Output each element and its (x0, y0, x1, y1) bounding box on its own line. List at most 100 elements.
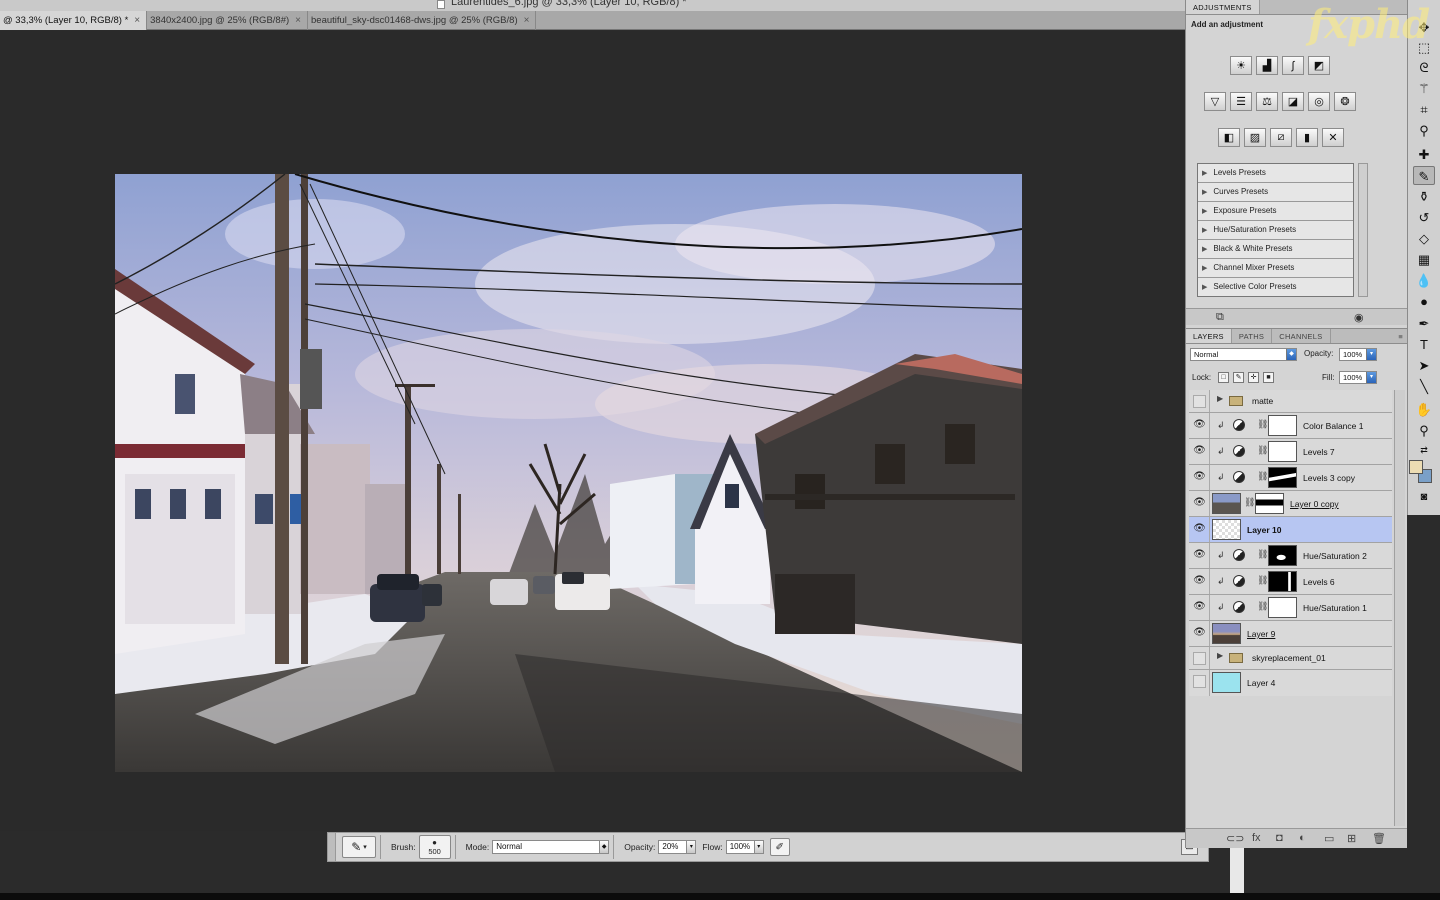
tab-paths[interactable]: PATHS (1232, 329, 1273, 343)
panel-menu-icon[interactable]: ≡ (1394, 329, 1407, 343)
foreground-color-swatch[interactable] (1409, 460, 1423, 474)
document-tab-active[interactable]: @ 33,3% (Layer 10, RGB/8) * × (0, 11, 148, 30)
curves-icon[interactable]: ∫ (1282, 56, 1304, 75)
lock-position-icon[interactable]: ✛ (1248, 372, 1259, 383)
disclosure-triangle-icon[interactable]: ▶ (1217, 394, 1223, 403)
disclosure-triangle-icon[interactable]: ▶ (1217, 651, 1223, 660)
eyedropper-tool-icon[interactable]: ⚲ (1413, 121, 1435, 140)
layer-opacity-field[interactable]: 100% ▾ (1339, 348, 1377, 361)
layer-row[interactable]: Layer 4 (1189, 670, 1392, 696)
blend-mode-select[interactable]: Normal ◆ (1190, 348, 1297, 361)
dodge-tool-icon[interactable]: ● (1413, 292, 1435, 311)
brush-picker[interactable]: ● 500 (418, 835, 451, 859)
tab-channels[interactable]: CHANNELS (1272, 329, 1331, 343)
brush-tool-icon[interactable]: ✎ (1413, 166, 1435, 185)
canvas-area[interactable] (0, 31, 1185, 831)
link-layers-icon[interactable]: ⊂⊃ (1226, 832, 1244, 845)
threshold-icon[interactable]: ⧄ (1270, 128, 1292, 147)
eraser-tool-icon[interactable]: ◇ (1413, 229, 1435, 248)
photo-filter-icon[interactable]: ◎ (1308, 92, 1330, 111)
eye-icon[interactable]: 👁 (1193, 548, 1206, 561)
fill-field[interactable]: 100% ▾ (1339, 371, 1377, 384)
layer-mask-thumbnail[interactable] (1268, 441, 1297, 462)
layer-row[interactable]: 👁 ↲ ⛓ Hue/Saturation 1 (1189, 595, 1392, 621)
preset-item[interactable]: ▶ Channel Mixer Presets (1198, 259, 1353, 278)
eye-icon[interactable]: 👁 (1193, 470, 1206, 483)
layers-scrollbar[interactable] (1394, 390, 1405, 826)
close-icon[interactable]: × (295, 15, 301, 26)
layer-row[interactable]: 👁 ↲ ⛓ Levels 3 copy (1189, 465, 1392, 491)
preset-item[interactable]: ▶ Hue/Saturation Presets (1198, 221, 1353, 240)
gradient-tool-icon[interactable]: ▦ (1413, 250, 1435, 269)
lock-transparent-icon[interactable]: □ (1218, 372, 1229, 383)
crop-tool-icon[interactable]: ⌗ (1413, 100, 1435, 119)
path-selection-tool-icon[interactable]: ➤ (1413, 356, 1435, 375)
presets-scrollbar[interactable] (1358, 163, 1368, 297)
eye-icon[interactable]: 👁 (1193, 496, 1206, 509)
preset-item[interactable]: ▶ Exposure Presets (1198, 202, 1353, 221)
color-balance-icon[interactable]: ⚖ (1256, 92, 1278, 111)
levels-icon[interactable]: ▟ (1256, 56, 1278, 75)
visibility-toggle[interactable] (1193, 395, 1206, 408)
line-tool-icon[interactable]: ╲ (1413, 377, 1435, 396)
layer-row[interactable]: 👁 ↲ ⛓ Levels 7 (1189, 439, 1392, 465)
layer-row[interactable]: 👁 Layer 9 (1189, 621, 1392, 647)
black-white-icon[interactable]: ◪ (1282, 92, 1304, 111)
layer-mask-thumbnail[interactable] (1268, 571, 1297, 592)
layer-mask-thumbnail[interactable] (1268, 597, 1297, 618)
layer-mask-thumbnail[interactable] (1268, 415, 1297, 436)
lock-image-icon[interactable]: ✎ (1233, 372, 1244, 383)
blur-tool-icon[interactable]: 💧 (1413, 271, 1435, 290)
eye-icon[interactable]: 👁 (1193, 418, 1206, 431)
vibrance-icon[interactable]: ▽ (1204, 92, 1226, 111)
history-brush-tool-icon[interactable]: ↺ (1413, 208, 1435, 227)
clone-stamp-tool-icon[interactable]: ⚱ (1413, 187, 1435, 206)
document-tab[interactable]: 3840x2400.jpg @ 25% (RGB/8#) × (147, 11, 308, 30)
preset-item[interactable]: ▶ Black & White Presets (1198, 240, 1353, 259)
tool-preset-picker[interactable]: ✎ ▾ (342, 836, 376, 858)
mode-select[interactable]: Normal ◆ (492, 840, 610, 854)
eye-icon[interactable]: 👁 (1193, 444, 1206, 457)
options-bar-grip[interactable] (328, 833, 336, 861)
type-tool-icon[interactable]: T (1413, 335, 1435, 354)
tab-adjustments[interactable]: ADJUSTMENTS (1186, 0, 1260, 14)
hand-tool-icon[interactable]: ✋ (1413, 400, 1435, 419)
chevron-down-icon[interactable]: ▾ (686, 841, 696, 853)
document-tab[interactable]: beautiful_sky-dsc01468-dws.jpg @ 25% (RG… (308, 11, 537, 30)
eye-icon[interactable]: 👁 (1193, 574, 1206, 587)
opacity-field[interactable]: 20% ▾ (658, 840, 697, 854)
posterize-icon[interactable]: ▨ (1244, 128, 1266, 147)
preset-item[interactable]: ▶ Levels Presets (1198, 164, 1353, 183)
chevron-down-icon[interactable]: ▾ (1366, 372, 1376, 383)
chevron-down-icon[interactable]: ▾ (753, 841, 763, 853)
layer-thumbnail[interactable] (1212, 493, 1241, 514)
brightness-icon[interactable]: ☀ (1230, 56, 1252, 75)
layer-mask-thumbnail[interactable] (1268, 545, 1297, 566)
document-image[interactable] (115, 174, 1022, 772)
layer-row-selected[interactable]: 👁 Layer 10 (1189, 517, 1392, 543)
layer-group-row[interactable]: ▶ skyreplacement_01 (1189, 647, 1392, 670)
add-mask-icon[interactable]: ◘ (1276, 832, 1283, 844)
healing-brush-tool-icon[interactable]: ✚ (1413, 145, 1435, 164)
airbrush-toggle[interactable]: ✐ (769, 838, 790, 856)
quick-mask-icon[interactable]: ◙ (1413, 488, 1435, 507)
eye-icon[interactable]: 👁 (1193, 600, 1206, 613)
channel-mixer-icon[interactable]: ❂ (1334, 92, 1356, 111)
lasso-tool-icon[interactable]: ᘓ (1413, 58, 1435, 77)
layer-mask-thumbnail[interactable] (1268, 467, 1297, 488)
layer-row[interactable]: 👁 ↲ ⛓ Hue/Saturation 2 (1189, 543, 1392, 569)
eye-icon[interactable]: 👁 (1193, 626, 1206, 639)
lock-all-icon[interactable]: ■ (1263, 372, 1274, 383)
tab-layers[interactable]: LAYERS (1186, 329, 1232, 343)
visibility-icon[interactable]: ◉ (1354, 311, 1364, 324)
visibility-toggle[interactable] (1193, 652, 1206, 665)
layer-row[interactable]: 👁 ⛓ Layer 0 copy (1189, 491, 1392, 517)
hue-saturation-icon[interactable]: ☰ (1230, 92, 1252, 111)
flow-field[interactable]: 100% ▾ (725, 840, 764, 854)
gradient-map-icon[interactable]: ▮ (1296, 128, 1318, 147)
layer-group-row[interactable]: ▶ matte (1189, 390, 1392, 413)
layer-row[interactable]: 👁 ↲ ⛓ Color Balance 1 (1189, 413, 1392, 439)
layer-style-icon[interactable]: fx (1252, 832, 1261, 844)
eye-icon[interactable]: 👁 (1193, 522, 1206, 535)
visibility-toggle[interactable] (1193, 675, 1206, 688)
